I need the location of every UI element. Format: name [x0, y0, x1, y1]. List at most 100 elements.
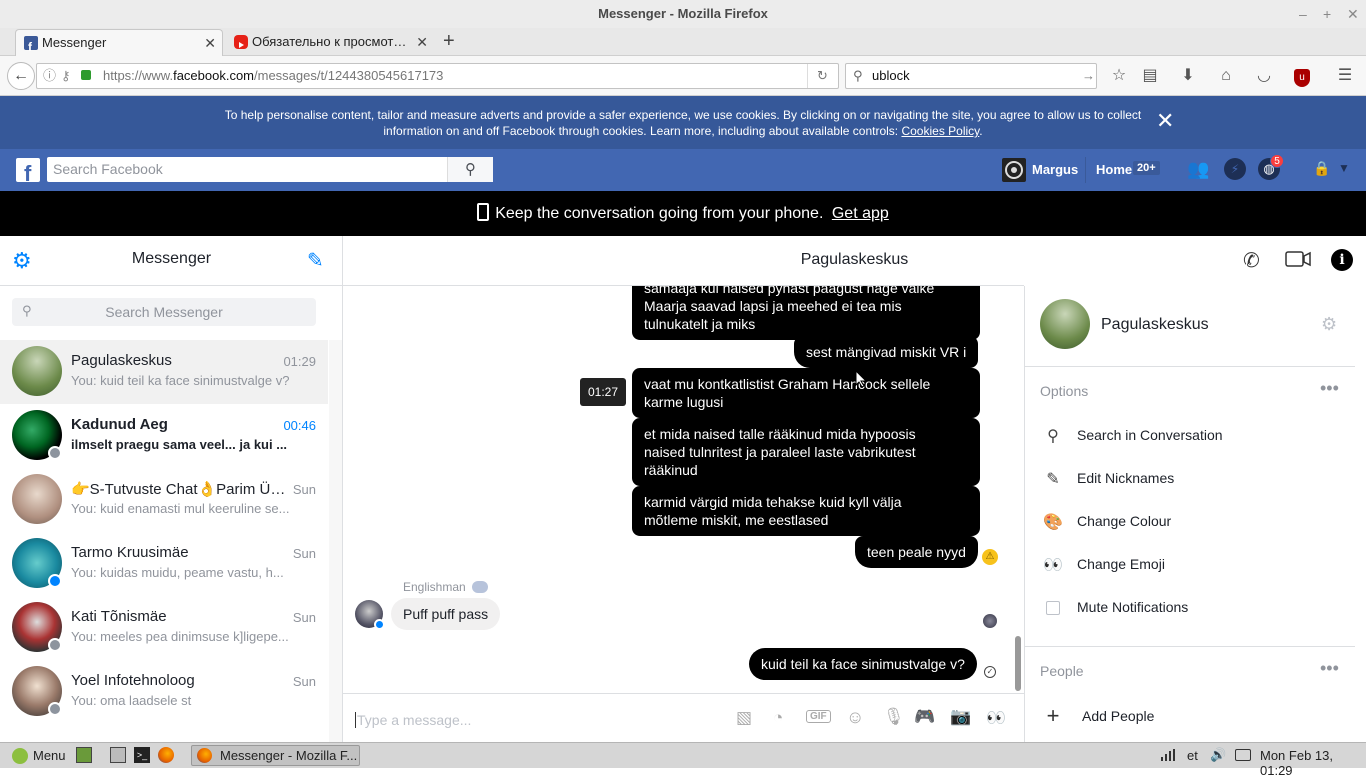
maximize-icon[interactable]: +: [1323, 0, 1331, 28]
message-bubble[interactable]: karmid värgid mida tehakse kuid kyll väl…: [632, 486, 980, 536]
url-bar[interactable]: ⓘ ⚷ https://www.facebook.com/messages/t/…: [36, 63, 839, 89]
svg-text:f: f: [24, 161, 32, 182]
ublock-icon[interactable]: u: [1290, 64, 1314, 88]
conversation-item-kati-tonismae[interactable]: Kati Tõnismäe Sun You: meeles pea dinims…: [0, 596, 328, 660]
firefox-icon[interactable]: [158, 747, 174, 763]
option-change-emoji[interactable]: 👀 Change Emoji: [1025, 545, 1355, 585]
tab-youtube[interactable]: Обязательно к просмот… ✕: [226, 29, 434, 56]
new-message-icon[interactable]: ✎: [307, 248, 324, 273]
message-bubble[interactable]: et mida naised talle rääkinud mida hypoo…: [632, 418, 980, 486]
start-menu-button[interactable]: Menu: [33, 748, 66, 763]
bookmark-star-icon[interactable]: ☆: [1107, 64, 1131, 88]
hamburger-menu-icon[interactable]: ☰: [1333, 64, 1357, 88]
conversation-item-pagulaskeskus[interactable]: Pagulaskeskus 01:29 You: kuid teil ka fa…: [0, 340, 328, 404]
conversation-item-tarmo-kruusimae[interactable]: Tarmo Kruusimäe Sun You: kuidas muidu, p…: [0, 532, 328, 596]
microphone-icon[interactable]: 🎙: [883, 707, 905, 727]
checkbox-icon[interactable]: [1043, 598, 1063, 618]
cookie-end: .: [979, 124, 983, 138]
eyes-emoji-icon[interactable]: 👀: [986, 708, 1006, 728]
option-search-in-conversation[interactable]: ⚲ Search in Conversation: [1025, 416, 1355, 456]
add-people-button[interactable]: + Add People: [1025, 697, 1355, 737]
camera-icon[interactable]: 📷: [950, 707, 971, 727]
keyboard-layout[interactable]: et: [1187, 748, 1198, 763]
messenger-icon[interactable]: ⚡: [1224, 158, 1246, 180]
tab-label: Messenger: [42, 35, 107, 50]
sent-check-icon: ✓: [984, 666, 996, 678]
close-banner-icon[interactable]: ✕: [1156, 110, 1174, 132]
conversation-item-kadunud-aeg[interactable]: Kadunud Aeg 00:46 ilmselt praegu sama ve…: [0, 404, 328, 468]
home-icon[interactable]: ⌂: [1214, 64, 1238, 88]
option-change-colour[interactable]: 🎨 Change Colour: [1025, 502, 1355, 542]
search-go-icon[interactable]: →: [1082, 64, 1095, 88]
video-call-icon[interactable]: [1285, 250, 1311, 268]
clock[interactable]: Mon Feb 13, 01:29: [1260, 748, 1366, 778]
tab-messenger[interactable]: f Messenger ✕: [15, 29, 223, 56]
message-bubble[interactable]: sest mängivad miskit VR i: [794, 336, 979, 368]
close-window-icon[interactable]: ✕: [1347, 0, 1359, 28]
option-edit-nicknames[interactable]: ✎ Edit Nicknames: [1025, 459, 1355, 499]
mint-logo-icon[interactable]: [12, 748, 28, 764]
reading-list-icon[interactable]: ▤: [1138, 64, 1162, 88]
navigation-toolbar: ← ⓘ ⚷ https://www.facebook.com/messages/…: [0, 56, 1366, 96]
account-menu-chevron-down-icon[interactable]: ▼: [1338, 161, 1350, 175]
show-desktop-icon[interactable]: [76, 747, 92, 763]
facebook-badge-icon: [48, 702, 62, 716]
search-bar[interactable]: ⚲ ublock →: [845, 63, 1097, 89]
messenger-search-input[interactable]: ⚲ Search Messenger: [12, 298, 316, 326]
close-tab-icon[interactable]: ✕: [416, 29, 428, 55]
new-tab-icon[interactable]: +: [443, 30, 455, 53]
message-bubble[interactable]: teen peale nyyd: [855, 536, 978, 568]
message-bubble[interactable]: vaat mu kontkatlistist Graham Hancock se…: [632, 368, 980, 418]
option-mute-notifications[interactable]: Mute Notifications: [1025, 588, 1355, 628]
download-icon[interactable]: ⬇: [1176, 64, 1200, 88]
conversation-item-yoel-infotehnoloog[interactable]: Yoel Infotehnoloog Sun You: oma laadsele…: [0, 660, 328, 724]
more-options-icon[interactable]: •••: [1320, 378, 1339, 399]
facebook-search-input[interactable]: Search Facebook ⚲: [47, 157, 493, 182]
message-line: samaaja kui naised pyhast paagust nage v…: [644, 286, 935, 296]
volume-icon[interactable]: 🔊: [1210, 747, 1226, 763]
conversation-info-panel: Pagulaskeskus ⚙ Options ••• ⚲ Search in …: [1024, 286, 1366, 742]
info-icon[interactable]: i: [1331, 249, 1353, 271]
reload-icon[interactable]: ↻: [807, 64, 837, 88]
home-badge: 20+: [1133, 161, 1160, 175]
conversation-time: Sun: [292, 610, 316, 625]
battery-icon[interactable]: [1235, 749, 1251, 761]
profile-name[interactable]: Margus: [1032, 162, 1078, 177]
cookies-policy-link[interactable]: Cookies Policy: [901, 124, 979, 138]
privacy-shortcuts-icon[interactable]: 🔒: [1313, 160, 1330, 177]
info-icon[interactable]: ⓘ: [43, 64, 56, 88]
get-app-link[interactable]: Get app: [832, 205, 889, 222]
back-button[interactable]: ←: [7, 62, 35, 90]
phone-call-icon[interactable]: ✆: [1243, 248, 1260, 273]
network-signal-icon[interactable]: [1161, 749, 1175, 761]
message-list: samaaja kui naised pyhast paagust nage v…: [343, 286, 1024, 693]
file-manager-icon[interactable]: [110, 747, 126, 763]
avatar[interactable]: [1002, 158, 1026, 182]
tab-bar: f Messenger ✕ Обязательно к просмот… ✕ +: [0, 28, 1366, 56]
message-input[interactable]: Type a message...: [357, 712, 471, 728]
scrollbar[interactable]: [1015, 636, 1021, 691]
pocket-icon[interactable]: ◡: [1252, 64, 1276, 88]
get-app-text: Keep the conversation going from your ph…: [495, 205, 824, 222]
close-tab-icon[interactable]: ✕: [204, 30, 216, 56]
gear-icon[interactable]: ⚙: [1321, 314, 1337, 335]
warning-icon[interactable]: ⚠: [982, 549, 998, 565]
emoji-icon[interactable]: ☺: [846, 707, 864, 728]
friend-requests-icon[interactable]: 👥: [1187, 159, 1209, 180]
facebook-logo-icon[interactable]: f: [16, 158, 40, 186]
message-bubble[interactable]: samaaja kui naised pyhast paagust nage v…: [632, 286, 980, 340]
more-people-options-icon[interactable]: •••: [1320, 658, 1339, 679]
scrollbar[interactable]: [329, 340, 342, 742]
conversation-item-s-tutvuste-chat[interactable]: 👉S-Tutvuste Chat👌Parim Ül... Sun You: ku…: [0, 468, 328, 532]
game-controller-icon[interactable]: 🎮: [914, 707, 935, 727]
gif-icon[interactable]: GIF: [806, 710, 831, 723]
sticker-icon[interactable]: ◔: [773, 708, 783, 728]
taskbar-window-messenger[interactable]: Messenger - Mozilla F...: [191, 745, 360, 766]
image-icon[interactable]: ▧: [736, 708, 752, 728]
minimize-icon[interactable]: –: [1299, 0, 1307, 28]
incoming-message-bubble[interactable]: Puff puff pass: [391, 598, 501, 630]
home-link[interactable]: Home: [1096, 162, 1132, 177]
terminal-icon[interactable]: >_: [134, 747, 150, 763]
message-bubble[interactable]: kuid teil ka face sinimustvalge v?: [749, 648, 977, 680]
search-icon[interactable]: ⚲: [447, 157, 493, 182]
